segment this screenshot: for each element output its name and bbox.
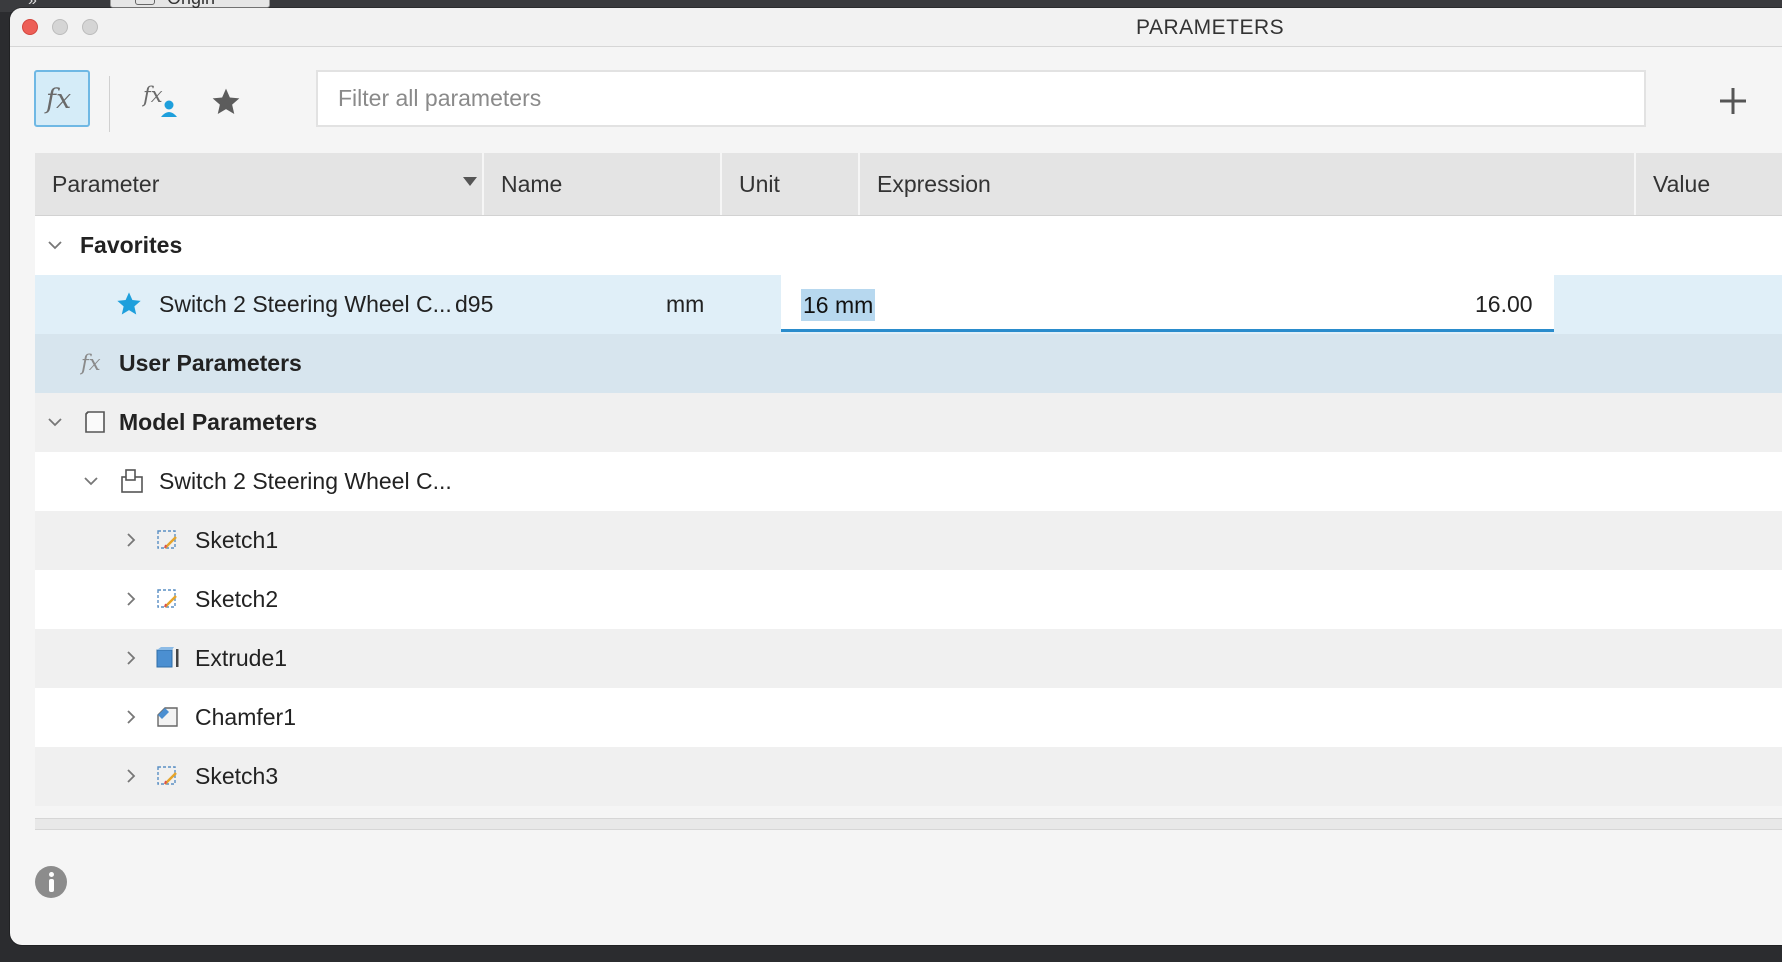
feature-label: Sketch2: [195, 586, 279, 612]
expression-editor[interactable]: 16 mm: [781, 275, 1554, 332]
background-icon: »: [28, 0, 37, 9]
fx-icon: fx: [80, 351, 101, 375]
feature-label: Sketch1: [195, 527, 279, 553]
component-icon: [121, 469, 143, 493]
chevron-down-icon[interactable]: [47, 237, 63, 253]
component-row[interactable]: Switch 2 Steering Wheel C...: [35, 452, 1782, 511]
folder-icon: [135, 0, 155, 5]
column-header-parameter-label: Parameter: [52, 171, 160, 197]
value-cell: 16.00: [1475, 291, 1533, 317]
favorites-group-label: Favorites: [80, 232, 183, 258]
chevron-right-icon[interactable]: [123, 650, 139, 666]
column-header-value[interactable]: Value: [1636, 153, 1782, 215]
feature-label: Extrude1: [195, 645, 288, 671]
star-icon[interactable]: [115, 290, 143, 318]
user-parameters-group-label: User Parameters: [119, 350, 302, 376]
minimize-window-button[interactable]: [52, 19, 68, 35]
feature-label: Sketch3: [195, 763, 279, 789]
extrude-icon: [156, 647, 179, 668]
background-tab-label: Origin: [167, 0, 215, 8]
svg-text:fx: fx: [142, 83, 163, 107]
parameters-table: Parameter Name Unit Expression Value Fav…: [35, 153, 1782, 806]
chevron-right-icon[interactable]: [123, 532, 139, 548]
column-header-parameter[interactable]: Parameter: [35, 153, 484, 215]
parameters-dialog: PARAMETERS fx fx Parameter: [10, 8, 1782, 945]
name-cell: d95: [455, 291, 494, 317]
table-row-chamfer1[interactable]: Chamfer1: [35, 688, 1782, 747]
favorites-group-row[interactable]: Favorites: [35, 216, 1782, 275]
column-header-unit[interactable]: Unit: [722, 153, 860, 215]
window-title: PARAMETERS: [1136, 16, 1285, 39]
user-parameters-filter-button[interactable]: fx: [138, 76, 186, 124]
sketch-icon: [157, 530, 177, 549]
horizontal-scrollbar[interactable]: [35, 818, 1782, 830]
filter-parameters-input[interactable]: [316, 70, 1646, 127]
fx-icon: fx: [44, 84, 71, 115]
favorites-filter-button[interactable]: [206, 82, 246, 122]
model-icon: [85, 411, 105, 433]
maximize-window-button[interactable]: [82, 19, 98, 35]
column-header-value-label: Value: [1653, 171, 1711, 197]
table-row-sketch3[interactable]: Sketch3: [35, 747, 1782, 806]
column-header-name-label: Name: [501, 171, 563, 197]
column-header-name[interactable]: Name: [484, 153, 722, 215]
column-header-unit-label: Unit: [739, 171, 780, 197]
model-parameters-group-label: Model Parameters: [119, 409, 318, 435]
feature-label: Chamfer1: [195, 704, 296, 730]
info-icon[interactable]: [35, 866, 67, 898]
table-row-sketch1[interactable]: Sketch1: [35, 511, 1782, 570]
close-window-button[interactable]: [22, 19, 38, 35]
table-row-favorite-d95[interactable]: Switch 2 Steering Wheel C... d95 mm 16 m…: [35, 275, 1782, 334]
expression-input-value[interactable]: 16 mm: [801, 289, 876, 321]
model-parameters-group-row[interactable]: Model Parameters: [35, 393, 1782, 452]
parameter-cell: Switch 2 Steering Wheel C...: [159, 291, 452, 317]
background-tab-origin[interactable]: Origin: [110, 0, 270, 8]
chevron-right-icon[interactable]: [123, 591, 139, 607]
svg-text:fx: fx: [44, 84, 71, 115]
unit-cell: mm: [666, 291, 705, 317]
chevron-down-icon[interactable]: [47, 414, 63, 430]
component-label: Switch 2 Steering Wheel C...: [159, 468, 452, 494]
table-row-extrude1[interactable]: Extrude1: [35, 629, 1782, 688]
plus-icon: [1720, 88, 1746, 114]
chevron-right-icon[interactable]: [123, 768, 139, 784]
user-parameters-group-row[interactable]: fx User Parameters: [35, 334, 1782, 393]
chevron-right-icon[interactable]: [123, 709, 139, 725]
star-icon: [212, 88, 240, 114]
sort-dropdown-icon[interactable]: [463, 177, 477, 186]
column-header-expression-label: Expression: [877, 171, 991, 197]
table-row-sketch2[interactable]: Sketch2: [35, 570, 1782, 629]
column-header-expression[interactable]: Expression: [860, 153, 1636, 215]
title-bar: PARAMETERS: [10, 8, 1782, 47]
sketch-icon: [157, 766, 177, 785]
add-user-parameter-button[interactable]: [1716, 84, 1750, 118]
table-header: Parameter Name Unit Expression Value: [35, 153, 1782, 216]
toolbar-divider: [109, 76, 110, 132]
chevron-down-icon[interactable]: [83, 473, 99, 489]
fx-user-icon: fx: [142, 83, 177, 117]
chamfer-icon: [157, 707, 178, 727]
all-parameters-button[interactable]: fx: [34, 70, 90, 127]
sketch-icon: [157, 589, 177, 608]
svg-text:fx: fx: [80, 351, 101, 375]
